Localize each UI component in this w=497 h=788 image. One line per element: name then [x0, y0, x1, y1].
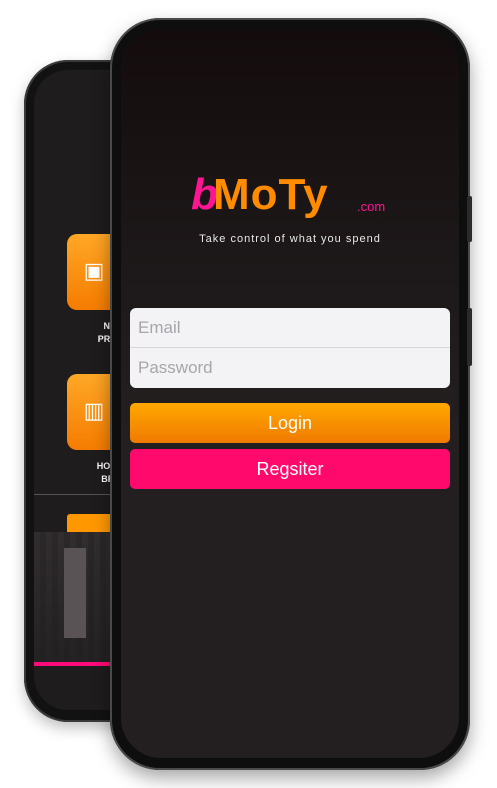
bmoty-logo: b MoTy .com — [191, 169, 431, 229]
password-field[interactable] — [130, 348, 450, 387]
tagline: Take control of what you spend — [199, 233, 381, 245]
login-fields — [130, 308, 450, 388]
tower-silhouette — [64, 548, 86, 638]
power-button — [467, 308, 472, 366]
suitcase-icon: ▥ — [83, 398, 105, 423]
login-button[interactable]: Login — [130, 403, 450, 443]
register-button[interactable]: Regsiter — [130, 449, 450, 489]
logo-dotcom: .com — [357, 199, 386, 214]
login-screen: b MoTy .com Take control of what you spe… — [121, 29, 459, 758]
logo-letters-moty: MoTy — [213, 170, 329, 219]
email-field[interactable] — [130, 308, 450, 347]
volume-button — [467, 196, 472, 242]
gift-box-icon: ▣ — [83, 258, 105, 283]
